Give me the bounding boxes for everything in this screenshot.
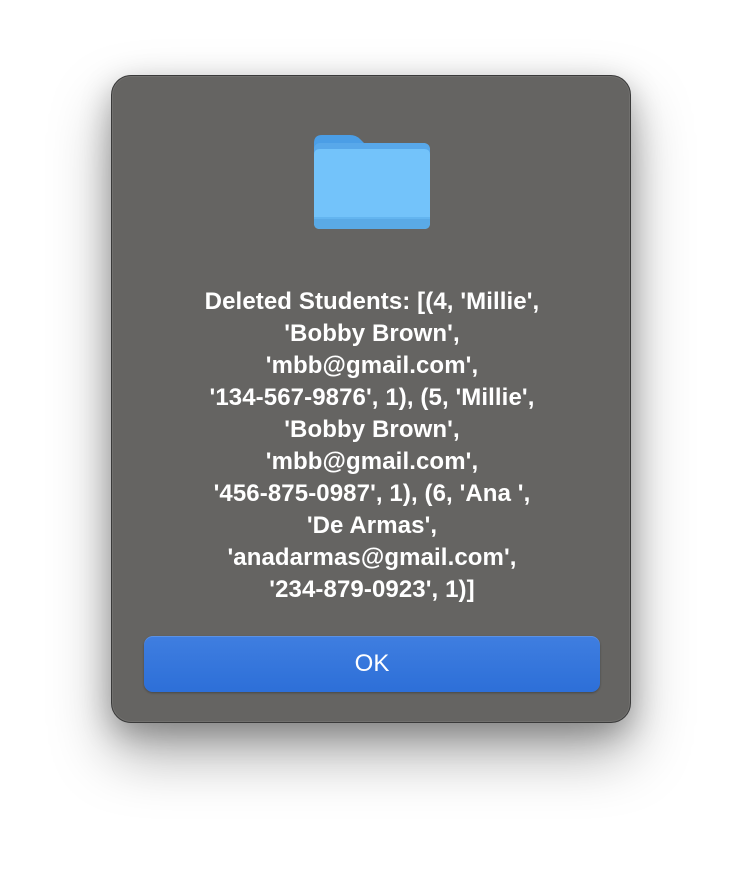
alert-dialog: Deleted Students: [(4, 'Millie', 'Bobby …	[111, 75, 631, 723]
ok-button[interactable]: OK	[144, 636, 600, 692]
alert-message: Deleted Students: [(4, 'Millie', 'Bobby …	[204, 288, 540, 603]
folder-icon	[312, 131, 432, 231]
screen: Deleted Students: [(4, 'Millie', 'Bobby …	[0, 0, 744, 872]
